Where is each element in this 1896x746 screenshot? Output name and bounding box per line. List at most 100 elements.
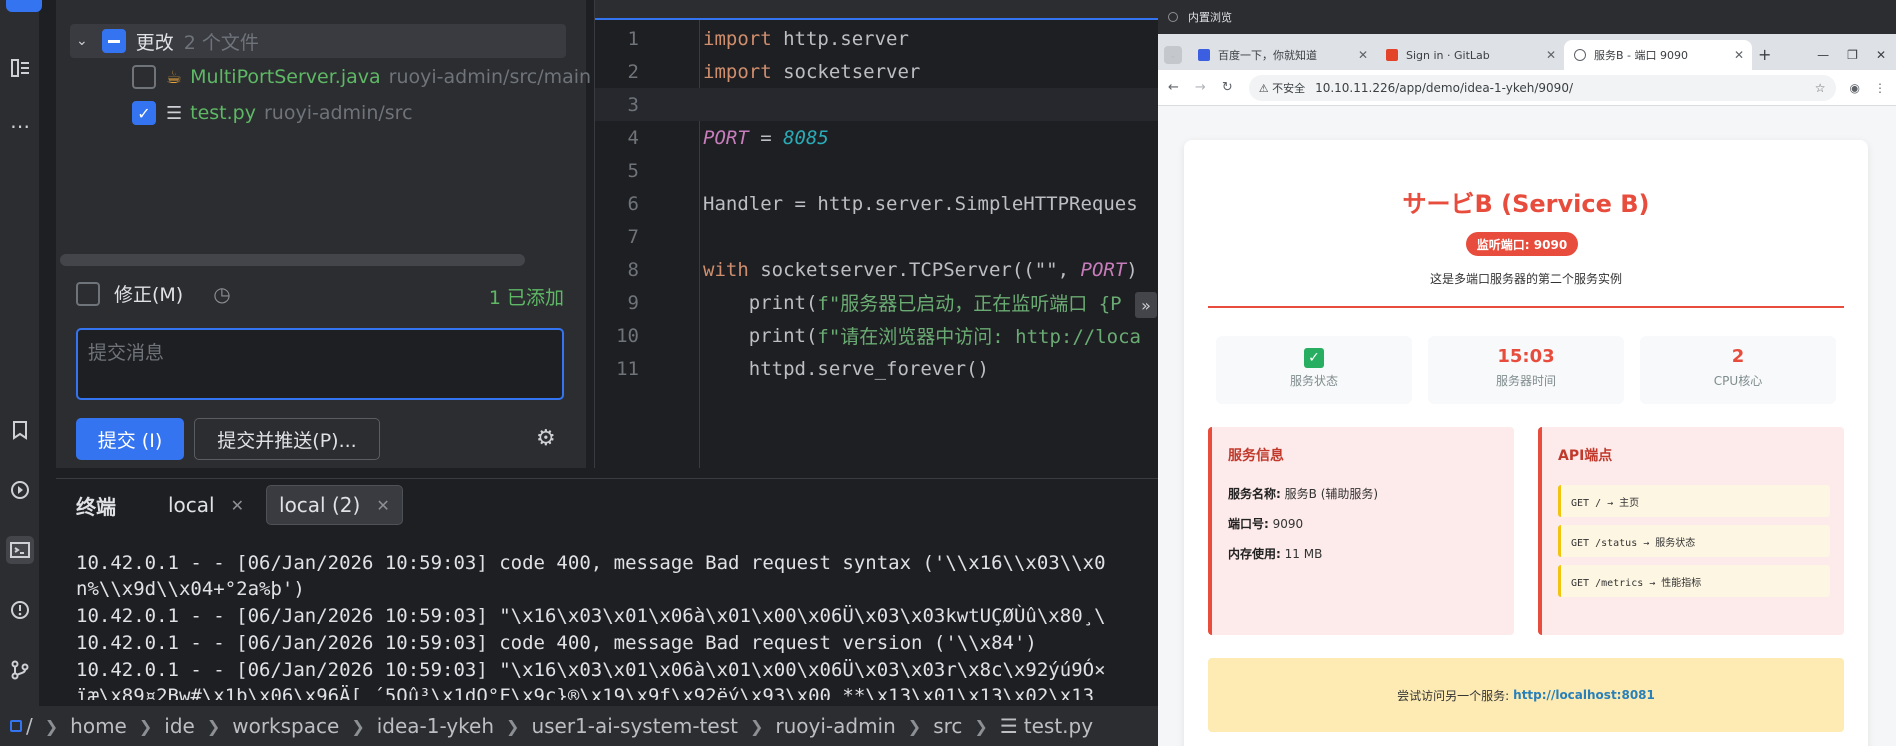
browser-panel-icon	[1168, 12, 1178, 22]
file-row-multiportserver[interactable]: ☕ MultiPortServer.java ruoyi-admin/src/m…	[132, 60, 591, 94]
file-checkbox[interactable]	[132, 65, 156, 89]
clock-icon[interactable]: ◷	[213, 282, 230, 306]
forward-icon[interactable]: →	[1195, 80, 1206, 95]
close-window-icon[interactable]: ✕	[1876, 48, 1886, 62]
close-icon[interactable]: ✕	[376, 496, 389, 515]
amend-checkbox[interactable]	[76, 281, 100, 306]
problems-icon[interactable]	[6, 596, 34, 624]
code-line[interactable]: 7	[595, 220, 1158, 253]
insecure-badge[interactable]: ⚠ 不安全	[1259, 80, 1305, 96]
changes-group-row[interactable]: ⌄ 更改 2 个文件	[70, 24, 566, 58]
code-token: =	[748, 126, 784, 149]
code-token: f"请在浏览器中访问: http://loca	[817, 326, 1141, 348]
code-editor[interactable]: 1 import http.server 2 import socketserver 3…	[594, 0, 1158, 468]
terminal-tab-label: local	[168, 493, 215, 517]
new-tab-icon[interactable]: +	[1758, 45, 1771, 64]
localhost-8081-link[interactable]: http://localhost:8081	[1513, 688, 1655, 702]
browser-tab-service-b[interactable]: 服务B - 端口 9090 ✕	[1564, 40, 1752, 70]
terminal-tab-local-2[interactable]: local (2) ✕	[266, 485, 403, 525]
browser-tab-label: 百度一下，你就知道	[1218, 49, 1317, 62]
tab-search-icon[interactable]: ⌄	[1164, 46, 1182, 64]
breadcrumb-item[interactable]: ruoyi-admin	[775, 714, 895, 738]
reload-icon[interactable]: ↻	[1222, 80, 1233, 95]
code-line[interactable]: 10 print(f"请在浏览器中访问: http://loca	[595, 319, 1158, 352]
breadcrumb-item[interactable]: ide	[164, 714, 195, 738]
code-line[interactable]: 11 httpd.serve_forever()	[595, 352, 1158, 385]
gear-icon[interactable]: ⚙	[536, 426, 556, 451]
breadcrumb-item[interactable]: /	[26, 714, 33, 738]
code-line[interactable]: 5	[595, 154, 1158, 187]
maximize-icon[interactable]: ❐	[1847, 48, 1858, 62]
more-tools-icon[interactable]: ⋯	[6, 112, 34, 140]
menu-icon[interactable]: ⋮	[1874, 81, 1886, 95]
code-line[interactable]: 6 Handler = http.server.SimpleHTTPReques	[595, 187, 1158, 220]
page-title: サービB (Service B)	[1402, 190, 1650, 218]
chevron-down-icon[interactable]: ⌄	[76, 33, 88, 49]
code-line[interactable]: 2 import socketserver	[595, 55, 1158, 88]
close-icon[interactable]: ✕	[1358, 48, 1368, 62]
info-key: 内存使用:	[1228, 547, 1281, 561]
page-content: サービB (Service B) 监听端口: 9090 这是多端口服务器的第二个…	[1158, 106, 1896, 746]
code-line[interactable]: 1 import http.server	[595, 22, 1158, 55]
browser-tab-gitlab[interactable]: Sign in · GitLab ✕	[1376, 40, 1564, 70]
code-line[interactable]: 3	[595, 88, 1158, 121]
service-description: 这是多端口服务器的第二个服务实例	[1429, 272, 1622, 286]
address-bar[interactable]: ⚠ 不安全 10.10.11.226/app/demo/idea-1-ykeh/…	[1248, 74, 1836, 101]
breadcrumb-item[interactable]: home	[70, 714, 127, 738]
gitlab-favicon-icon	[1386, 49, 1398, 61]
structure-icon[interactable]	[6, 54, 34, 82]
bookmark-star-icon[interactable]: ☆	[1815, 81, 1826, 95]
file-row-test-py[interactable]: ✓ ☰ test.py ruoyi-admin/src	[132, 96, 413, 130]
code-line[interactable]: 9 print(f"服务器已启动，正在监听端口 {P	[595, 286, 1158, 319]
file-checkbox-checked[interactable]: ✓	[132, 101, 156, 125]
info-value: 服务B (辅助服务)	[1284, 487, 1379, 501]
commit-and-push-button[interactable]: 提交并推送(P)...	[194, 418, 380, 460]
commit-message-placeholder: 提交消息	[88, 342, 165, 364]
code-token: f"服务器已启动，正在监听端口 {P	[817, 293, 1122, 315]
window-controls: — ❐ ✕	[1799, 48, 1886, 62]
terminal-icon[interactable]	[6, 536, 34, 564]
terminal-panel: 终端 local ✕ local (2) ✕ 10.42.0.1 - - [06…	[56, 478, 1158, 700]
breadcrumb-item[interactable]: idea-1-ykeh	[377, 714, 494, 738]
browser-tab-baidu[interactable]: 百度一下，你就知道 ✕	[1188, 40, 1376, 70]
terminal-output-line: 10.42.0.1 - - [06/Jan/2026 10:59:03] cod…	[76, 632, 1037, 654]
ide-window: ⋯ ⌄ 更改 2 个文件 ☕ MultiPortServer.java ruoy…	[0, 0, 1158, 746]
close-icon[interactable]: ✕	[231, 496, 244, 515]
breadcrumb-item[interactable]: user1-ai-system-test	[531, 714, 738, 738]
code-line[interactable]: 4 PORT = 8085	[595, 121, 1158, 154]
file-name: MultiPortServer.java	[190, 66, 381, 88]
project-tool-active-indicator[interactable]	[6, 0, 42, 12]
horizontal-scrollbar[interactable]	[60, 254, 525, 266]
chevron-right-icon: ❯	[351, 716, 365, 736]
breadcrumb-item[interactable]: workspace	[232, 714, 339, 738]
breadcrumb-item[interactable]: src	[933, 714, 962, 738]
back-icon[interactable]: ←	[1168, 80, 1179, 95]
commit-message-input[interactable]: 提交消息	[76, 328, 564, 400]
line-number: 6	[627, 192, 639, 215]
line-number: 9	[627, 291, 639, 314]
info-row-port: 端口号: 9090	[1228, 515, 1303, 532]
stat-service-status: ✓ 服务状态	[1216, 336, 1412, 404]
chevron-right-icon: ❯	[749, 716, 764, 736]
browser-toolbar: ← → ↻ ⚠ 不安全 10.10.11.226/app/demo/idea-1…	[1158, 70, 1896, 106]
expand-icon[interactable]: »	[1135, 292, 1157, 318]
changes-group-checkbox[interactable]	[101, 29, 126, 53]
service-info-panel: 服务信息 服务名称: 服务B (辅助服务) 端口号: 9090 内存使用: 11…	[1208, 427, 1514, 635]
close-icon[interactable]: ✕	[1546, 48, 1556, 62]
bookmarks-icon[interactable]	[6, 416, 34, 444]
minimize-icon[interactable]: —	[1817, 48, 1829, 62]
browser-tab-label: Sign in · GitLab	[1406, 48, 1490, 62]
breadcrumb-item[interactable]: test.py	[1024, 714, 1093, 738]
git-branch-icon[interactable]	[6, 656, 34, 684]
run-icon[interactable]	[6, 476, 34, 504]
terminal-tab-local[interactable]: local ✕	[156, 485, 256, 525]
commit-button[interactable]: 提交 (I)	[76, 418, 184, 460]
profile-icon[interactable]: ◉	[1850, 81, 1860, 95]
port-badge: 监听端口: 9090	[1466, 232, 1578, 256]
java-file-icon: ☕	[166, 66, 183, 88]
close-icon[interactable]: ✕	[1734, 48, 1744, 62]
info-key: 端口号:	[1228, 517, 1269, 531]
amend-option[interactable]: 修正(M) ◷	[76, 280, 231, 307]
code-line[interactable]: 8 with socketserver.TCPServer(("", PORT)	[595, 253, 1158, 286]
code-token: socketserver	[771, 60, 921, 83]
